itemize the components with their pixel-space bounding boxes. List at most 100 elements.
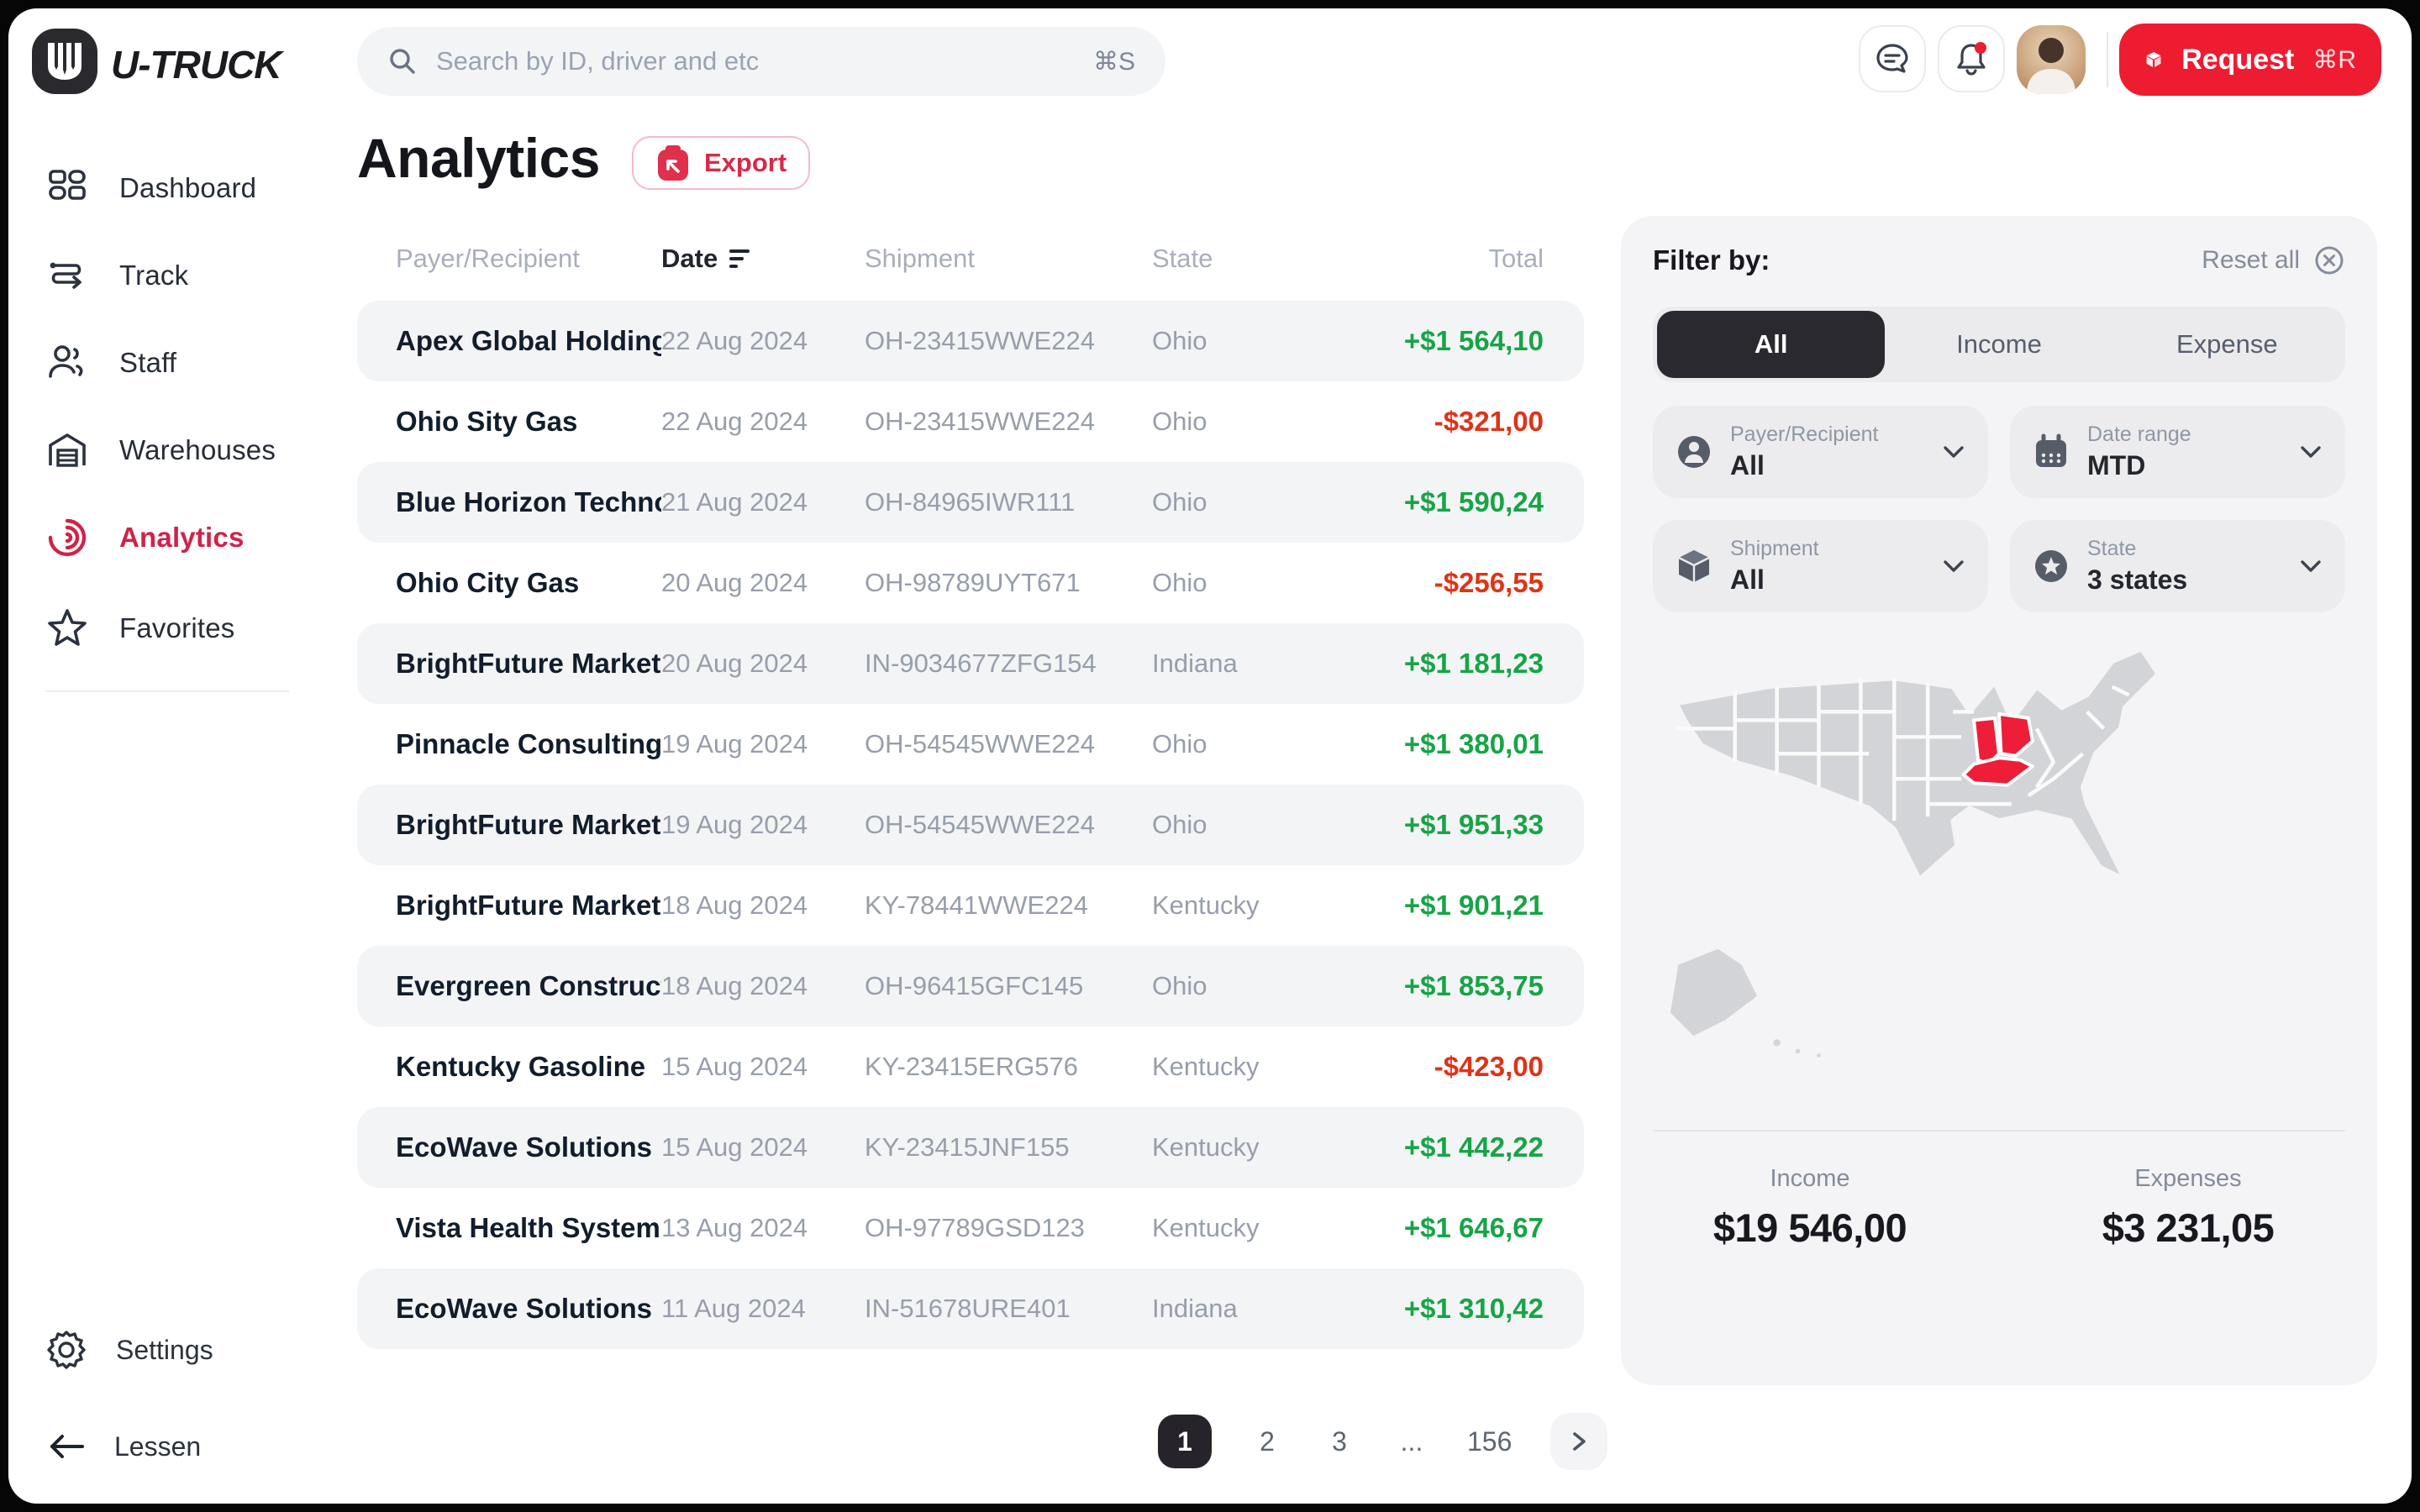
reset-all-button[interactable]: Reset all — [2202, 244, 2345, 276]
cell-date: 18 Aug 2024 — [661, 890, 865, 921]
search-input[interactable]: Search by ID, driver and etc ⌘S — [357, 27, 1165, 96]
table-row[interactable]: Evergreen Constructi… 18 Aug 2024 OH-964… — [357, 946, 1584, 1026]
topbar-divider — [2107, 32, 2108, 87]
table-row[interactable]: BrightFuture Marketi… 19 Aug 2024 OH-545… — [357, 785, 1584, 865]
filter-panel: Filter by: Reset all All Income Expense — [1621, 216, 2377, 1385]
cell-date: 19 Aug 2024 — [661, 729, 865, 759]
filter-tab[interactable]: Income — [1885, 311, 2112, 378]
avatar[interactable] — [2017, 25, 2086, 94]
sidebar-divider — [45, 690, 289, 692]
page-title: Analytics — [357, 126, 600, 190]
table-row[interactable]: EcoWave Solutions 11 Aug 2024 IN-51678UR… — [357, 1268, 1584, 1349]
table-row[interactable]: Apex Global Holdings 22 Aug 2024 OH-2341… — [357, 301, 1584, 381]
cell-payer: BrightFuture Marketi… — [357, 890, 661, 921]
cell-total: +$1 951,33 — [1347, 809, 1584, 841]
chat-icon — [1875, 41, 1910, 76]
package-icon — [2144, 42, 2163, 77]
table-row[interactable]: EcoWave Solutions 15 Aug 2024 KY-23415JN… — [357, 1107, 1584, 1188]
next-page-button[interactable] — [1550, 1413, 1607, 1470]
cell-total: +$1 590,24 — [1347, 486, 1584, 518]
panel-divider — [1653, 1130, 2345, 1131]
filter-title: Filter by: — [1653, 244, 1770, 276]
page-number[interactable]: ... — [1395, 1426, 1428, 1457]
cell-date: 15 Aug 2024 — [661, 1052, 865, 1082]
filter-dropdowns: Payer/Recipient All Date range MTD — [1653, 406, 2345, 612]
cell-shipment: OH-98789UYT671 — [865, 568, 1152, 598]
cell-payer: Pinnacle Consulting — [357, 728, 661, 760]
col-state[interactable]: State — [1152, 244, 1347, 274]
cell-state: Ohio — [1152, 487, 1347, 517]
bell-icon — [1953, 40, 1990, 77]
sort-icon — [729, 249, 750, 268]
filter-dropdown[interactable]: Date range MTD — [2010, 406, 2345, 498]
cell-shipment: OH-84965IWR111 — [865, 487, 1152, 517]
cell-shipment: OH-23415WWE224 — [865, 407, 1152, 437]
filter-tab[interactable]: Expense — [2113, 311, 2341, 378]
cell-date: 11 Aug 2024 — [661, 1294, 865, 1324]
pagination: 1 2 3 ... 156 — [1158, 1413, 1607, 1470]
col-payer[interactable]: Payer/Recipient — [357, 244, 661, 274]
chevron-right-icon — [1568, 1429, 1590, 1454]
export-button[interactable]: Export — [632, 136, 810, 190]
cell-shipment: KY-23415JNF155 — [865, 1132, 1152, 1163]
chevron-down-icon — [2298, 444, 2323, 460]
cell-total: -$321,00 — [1347, 406, 1584, 438]
us-states-map[interactable] — [1651, 611, 2347, 1081]
table-row[interactable]: Blue Horizon Technol… 21 Aug 2024 OH-849… — [357, 462, 1584, 543]
page-number[interactable]: 3 — [1323, 1426, 1356, 1457]
cell-shipment: KY-23415ERG576 — [865, 1052, 1152, 1082]
filter-tabs: All Income Expense — [1653, 307, 2345, 382]
page-number[interactable]: 156 — [1467, 1426, 1512, 1457]
cell-payer: Ohio City Gas — [357, 567, 661, 599]
table-row[interactable]: Kentucky Gasoline 15 Aug 2024 KY-23415ER… — [357, 1026, 1584, 1107]
cell-payer: EcoWave Solutions — [357, 1131, 661, 1163]
filter-dropdown[interactable]: Shipment All — [1653, 520, 1988, 612]
page-numbers: 1 2 3 ... 156 — [1158, 1415, 1512, 1468]
gear-icon — [45, 1329, 87, 1371]
cell-total: +$1 564,10 — [1347, 325, 1584, 357]
page-number[interactable]: 1 — [1158, 1415, 1212, 1468]
cell-shipment: IN-9034677ZFG154 — [865, 648, 1152, 679]
table-row[interactable]: Pinnacle Consulting 19 Aug 2024 OH-54545… — [357, 704, 1584, 785]
filter-dropdown[interactable]: State 3 states — [2010, 520, 2345, 612]
sidebar-item-favorites[interactable]: Favorites — [45, 601, 235, 655]
sidebar-item-settings[interactable]: Settings — [45, 1329, 213, 1371]
col-date-sort[interactable]: Date — [661, 244, 865, 274]
col-total[interactable]: Total — [1347, 244, 1584, 274]
cell-state: Indiana — [1152, 1294, 1347, 1324]
chevron-down-icon — [1941, 444, 1966, 460]
shield-logo-icon — [46, 41, 83, 81]
table-row[interactable]: Ohio City Gas 20 Aug 2024 OH-98789UYT671… — [357, 543, 1584, 623]
table-row[interactable]: Ohio Sity Gas 22 Aug 2024 OH-23415WWE224… — [357, 381, 1584, 462]
table-row[interactable]: Vista Health Systems 13 Aug 2024 OH-9778… — [357, 1188, 1584, 1268]
cell-state: Kentucky — [1152, 1052, 1347, 1082]
sidebar-collapse-button[interactable]: Lessen — [45, 1430, 201, 1463]
avatar-silhouette — [2017, 25, 2086, 94]
cell-date: 15 Aug 2024 — [661, 1132, 865, 1163]
cell-payer: BrightFuture Marketi… — [357, 648, 661, 680]
notifications-button[interactable] — [1938, 25, 2005, 92]
cell-date: 20 Aug 2024 — [661, 568, 865, 598]
cell-total: +$1 181,23 — [1347, 648, 1584, 680]
messages-button[interactable] — [1859, 25, 1926, 92]
request-button[interactable]: Request ⌘R — [2119, 24, 2381, 96]
income-label: Income — [1621, 1165, 1999, 1193]
cell-payer: Vista Health Systems — [357, 1212, 661, 1244]
sidebar-item-staff[interactable]: Staff — [45, 336, 176, 390]
sidebar-item-warehouses[interactable]: Warehouses — [45, 423, 276, 477]
cell-total: +$1 442,22 — [1347, 1131, 1584, 1163]
sidebar-item-dashboard[interactable]: Dashboard — [45, 161, 256, 215]
cell-payer: Apex Global Holdings — [357, 325, 661, 357]
table-row[interactable]: BrightFuture Marketi… 18 Aug 2024 KY-784… — [357, 865, 1584, 946]
filter-tab[interactable]: All — [1657, 311, 1885, 378]
cell-shipment: IN-51678URE401 — [865, 1294, 1152, 1324]
filter-dropdown[interactable]: Payer/Recipient All — [1653, 406, 1988, 498]
col-shipment[interactable]: Shipment — [865, 244, 1152, 274]
cell-shipment: OH-54545WWE224 — [865, 810, 1152, 840]
expenses-label: Expenses — [1999, 1165, 2377, 1193]
table-row[interactable]: BrightFuture Marketi… 20 Aug 2024 IN-903… — [357, 623, 1584, 704]
sidebar-item-track[interactable]: Track — [45, 249, 188, 302]
sidebar-item-analytics[interactable]: Analytics — [45, 511, 245, 564]
request-label: Request — [2181, 44, 2294, 76]
page-number[interactable]: 2 — [1250, 1426, 1284, 1457]
